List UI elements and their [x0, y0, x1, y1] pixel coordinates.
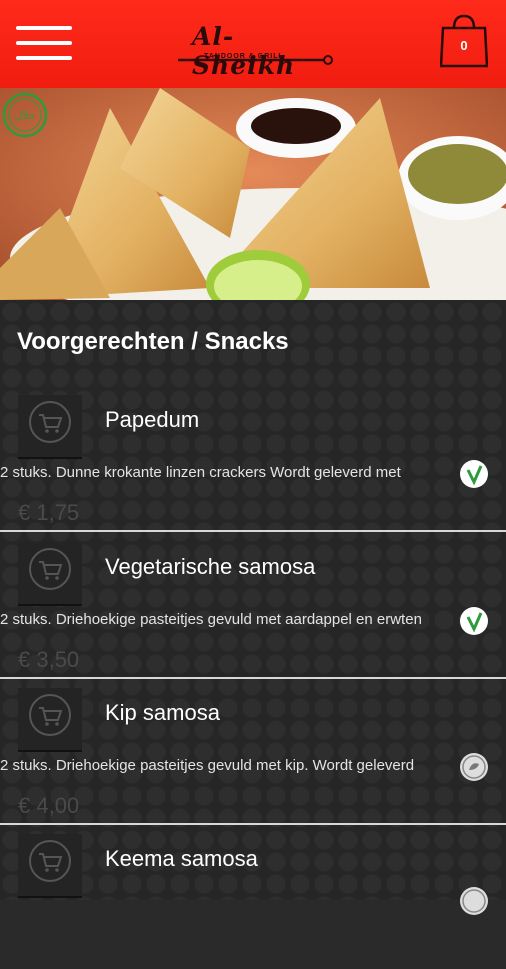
- cart-icon: [29, 548, 71, 590]
- cart-icon: [29, 694, 71, 736]
- item-description: 2 stuks. Dunne krokante linzen crackers …: [0, 464, 401, 481]
- item-thumbnail: [18, 395, 82, 459]
- vegetarian-icon: [460, 607, 488, 635]
- meat-icon: [460, 887, 488, 915]
- vegetarian-icon: [460, 460, 488, 488]
- cart-icon: [29, 840, 71, 882]
- item-price: € 3,50: [18, 647, 80, 672]
- item-name: Kip samosa: [105, 700, 220, 725]
- item-thumbnail: [18, 542, 82, 606]
- hero-image: حلال: [0, 88, 506, 300]
- cart-icon: [29, 401, 71, 443]
- menu-item[interactable]: Papedum 2 stuks. Dunne krokante linzen c…: [0, 385, 506, 532]
- cart-count: 0: [460, 38, 468, 53]
- item-price: € 1,75: [18, 500, 80, 525]
- item-name: Papedum: [105, 407, 200, 432]
- svg-text:حلال: حلال: [14, 109, 35, 122]
- item-thumbnail: [18, 688, 82, 752]
- item-description: 2 stuks. Driehoekige pasteitjes gevuld m…: [0, 757, 415, 774]
- menu-item[interactable]: Vegetarische samosa 2 stuks. Driehoekige…: [0, 532, 506, 679]
- item-price: € 4,00: [18, 793, 80, 818]
- brand-logo[interactable]: Al-Sheikh TANDOOR & GRILL: [176, 22, 336, 80]
- cart-button[interactable]: 0: [439, 14, 489, 68]
- skewer-icon: [178, 55, 333, 65]
- section-title: Voorgerechten / Snacks: [17, 328, 289, 355]
- item-name: Vegetarische samosa: [105, 554, 316, 579]
- menu-item[interactable]: Keema samosa: [0, 824, 506, 969]
- item-name: Keema samosa: [105, 846, 258, 871]
- chicken-icon: [460, 753, 488, 781]
- item-description: 2 stuks. Driehoekige pasteitjes gevuld m…: [0, 611, 422, 628]
- top-bar: Al-Sheikh TANDOOR & GRILL 0: [0, 0, 506, 88]
- menu-item[interactable]: Kip samosa 2 stuks. Driehoekige pasteitj…: [0, 678, 506, 825]
- menu-icon[interactable]: [16, 26, 72, 60]
- menu-list: Voorgerechten / Snacks Papedum 2 stuks. …: [0, 300, 506, 915]
- halal-icon: حلال: [2, 92, 48, 138]
- item-thumbnail: [18, 834, 82, 898]
